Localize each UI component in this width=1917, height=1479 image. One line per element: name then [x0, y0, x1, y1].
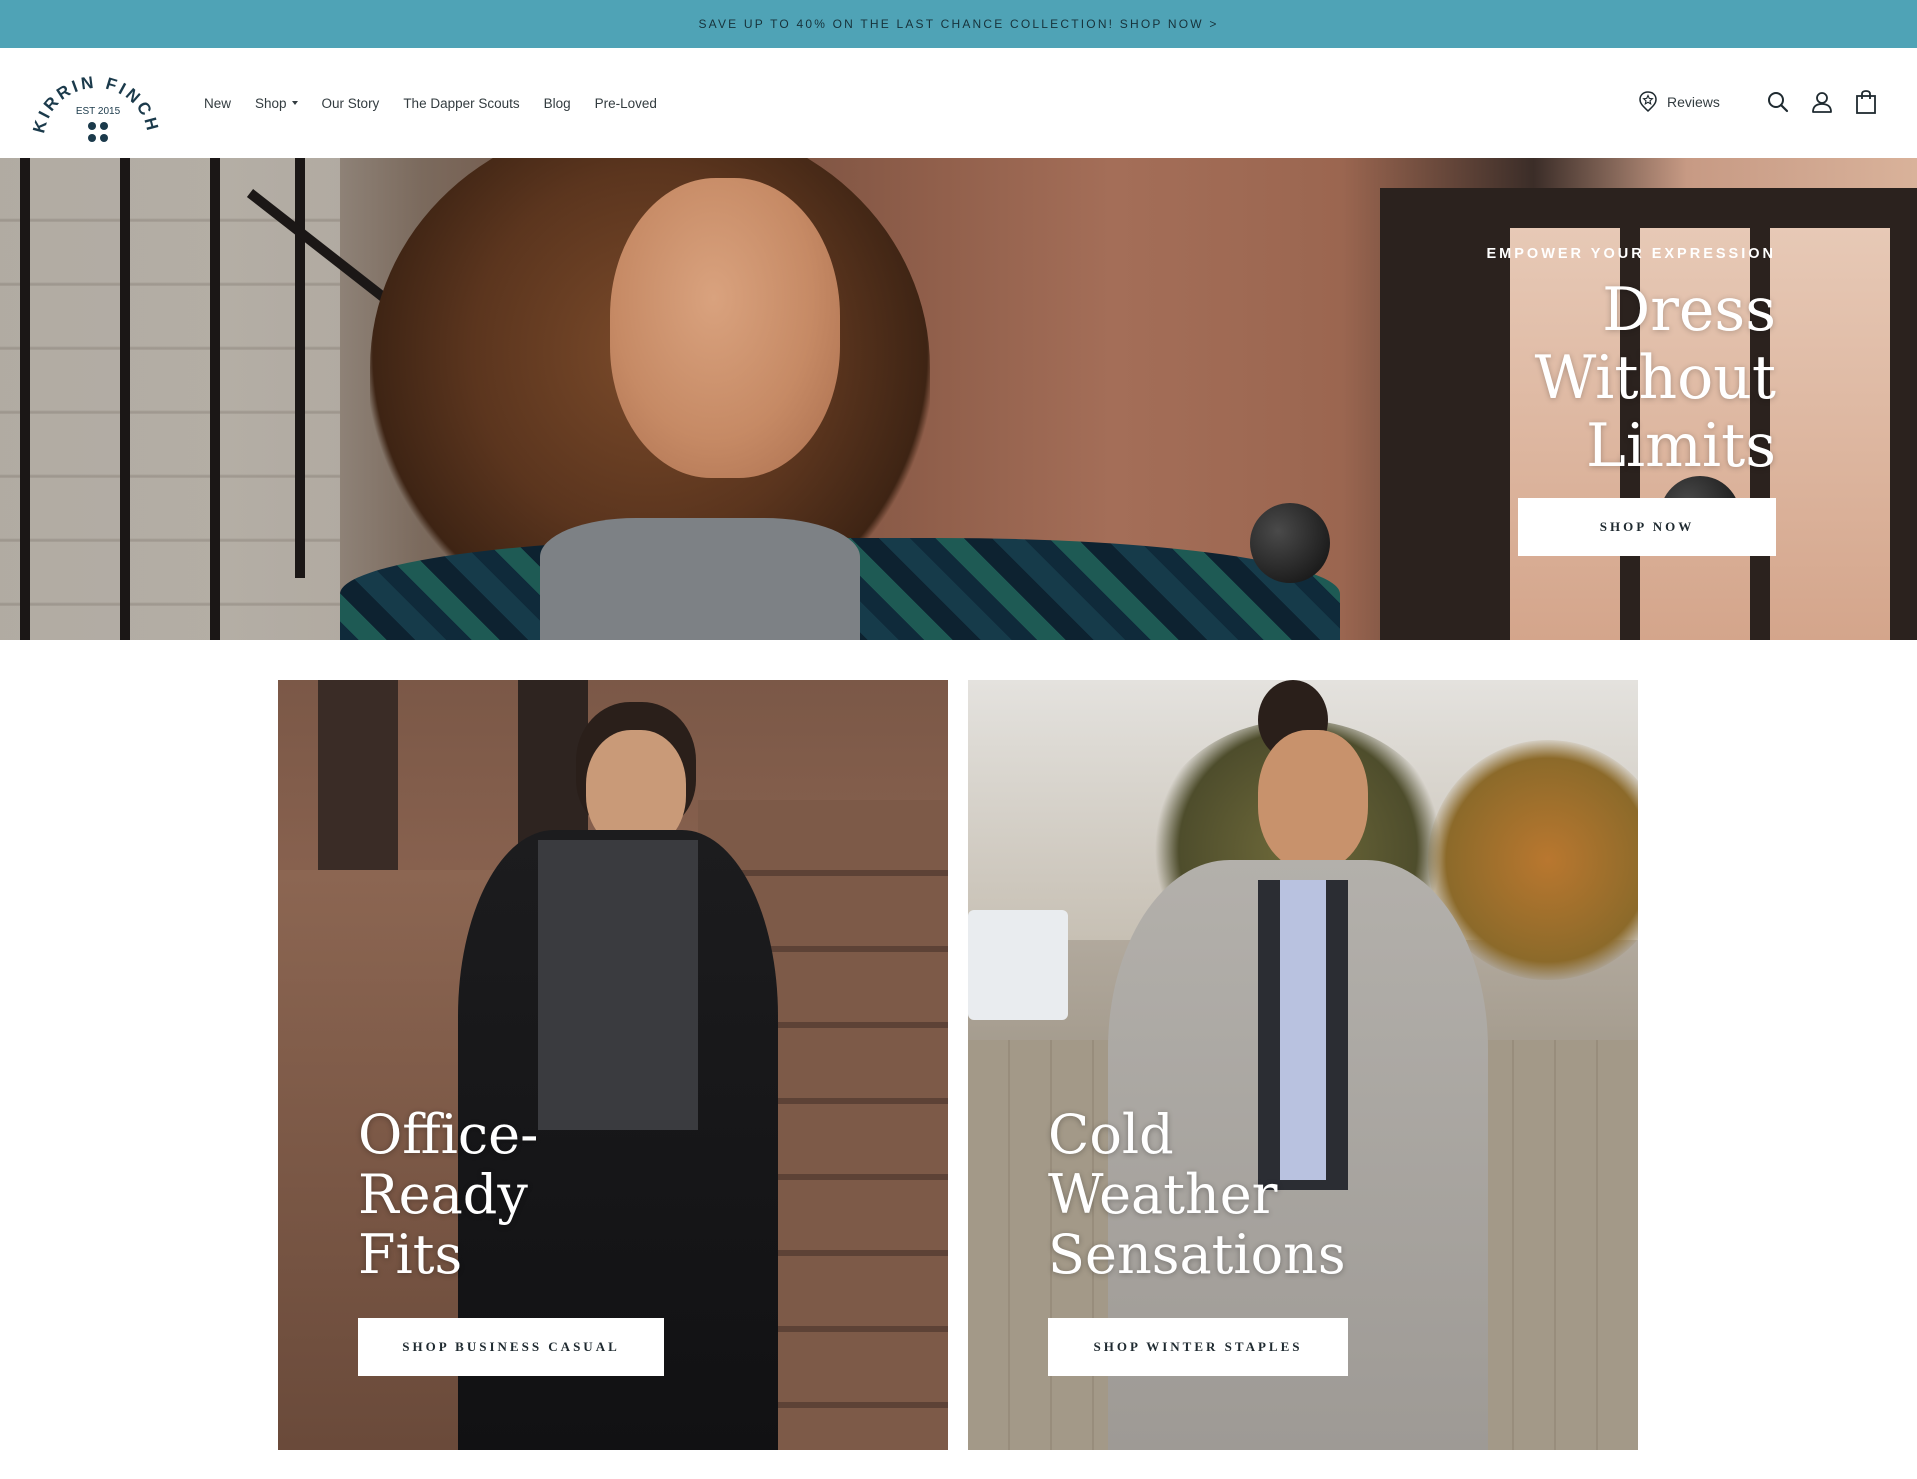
nav-item-shop[interactable]: Shop	[255, 96, 298, 111]
tile-title-line: Fits	[358, 1223, 463, 1286]
collection-tile-winter-staples[interactable]: Cold Weather Sensations SHOP WINTER STAP…	[968, 680, 1638, 1450]
shop-business-casual-button[interactable]: SHOP BUSINESS CASUAL	[358, 1318, 664, 1376]
nav-label: Blog	[543, 95, 571, 111]
shop-winter-staples-button[interactable]: SHOP WINTER STAPLES	[1048, 1318, 1348, 1376]
nav-label: Pre-Loved	[594, 95, 657, 111]
tile-title-line: Cold	[1048, 1103, 1174, 1166]
announcement-link[interactable]: SAVE UP TO 40% ON THE LAST CHANCE COLLEC…	[698, 17, 1218, 31]
header-utilities: Reviews	[1417, 48, 1917, 158]
reviews-badge-icon	[1639, 91, 1657, 113]
logo-established-text: EST 2015	[76, 106, 121, 117]
nav-item-new[interactable]: New	[204, 96, 231, 111]
site-header: KIRRIN FINCH EST 2015 New Shop Our Story…	[0, 48, 1917, 158]
tile-title-line: Sensations	[1048, 1223, 1346, 1286]
railing-bar	[20, 158, 30, 640]
logo-brand-text: KIRRIN FINCH	[30, 73, 160, 135]
window-background	[318, 680, 398, 880]
search-button[interactable]	[1765, 89, 1791, 115]
hero-title-line: Dress	[1602, 275, 1776, 345]
main-nav: New Shop Our Story The Dapper Scouts Blo…	[204, 48, 681, 158]
brand-logo[interactable]: KIRRIN FINCH EST 2015	[30, 62, 162, 148]
newel-post-ball	[1250, 503, 1330, 583]
account-icon	[1812, 92, 1832, 113]
nav-item-our-story[interactable]: Our Story	[322, 96, 380, 111]
reviews-label: Reviews	[1667, 94, 1720, 110]
nav-label: New	[204, 95, 232, 111]
hero-eyebrow: EMPOWER YOUR EXPRESSION	[1486, 246, 1776, 262]
tile-title: Cold Weather Sensations	[1048, 1105, 1346, 1285]
hero-title: Dress Without Limits	[1487, 275, 1776, 481]
reviews-link[interactable]: Reviews	[1637, 90, 1720, 114]
hero-model-face	[610, 178, 840, 478]
tile-title-line: Ready	[358, 1163, 528, 1226]
search-icon	[1768, 92, 1789, 113]
hero-model-sweater	[540, 518, 860, 640]
cart-button[interactable]	[1853, 89, 1879, 115]
cart-icon	[1856, 90, 1876, 114]
nav-label: Our Story	[321, 95, 380, 111]
svg-text:KIRRIN FINCH: KIRRIN FINCH	[30, 73, 162, 135]
hero-title-line: Without	[1534, 343, 1776, 413]
tile-title: Office- Ready Fits	[358, 1105, 538, 1285]
railing-bar	[295, 158, 305, 578]
nav-item-blog[interactable]: Blog	[544, 96, 571, 111]
hero-text-block: EMPOWER YOUR EXPRESSION Dress Without Li…	[1487, 246, 1777, 480]
shop-now-button[interactable]: SHOP NOW	[1518, 498, 1776, 556]
nav-item-pre-loved[interactable]: Pre-Loved	[595, 96, 657, 111]
announcement-bar: SAVE UP TO 40% ON THE LAST CHANCE COLLEC…	[0, 0, 1917, 48]
chevron-down-icon	[291, 101, 298, 105]
nav-label: Shop	[255, 95, 287, 111]
nav-item-dapper-scouts[interactable]: The Dapper Scouts	[403, 96, 519, 111]
tile-model-face	[1258, 730, 1368, 870]
collection-tile-business-casual[interactable]: Office- Ready Fits SHOP BUSINESS CASUAL	[278, 680, 948, 1450]
account-button[interactable]	[1809, 89, 1835, 115]
hero-title-line: Limits	[1585, 411, 1776, 481]
tile-model-sweater	[538, 840, 698, 1130]
tile-title-line: Office-	[358, 1103, 539, 1166]
railing-bar	[210, 158, 220, 640]
logo-mark: KIRRIN FINCH EST 2015	[30, 73, 162, 142]
street-van	[968, 910, 1068, 1020]
hero-banner: EMPOWER YOUR EXPRESSION Dress Without Li…	[0, 158, 1917, 640]
railing-bar	[120, 158, 130, 640]
nav-label: The Dapper Scouts	[403, 95, 520, 111]
tile-title-line: Weather	[1048, 1163, 1278, 1226]
